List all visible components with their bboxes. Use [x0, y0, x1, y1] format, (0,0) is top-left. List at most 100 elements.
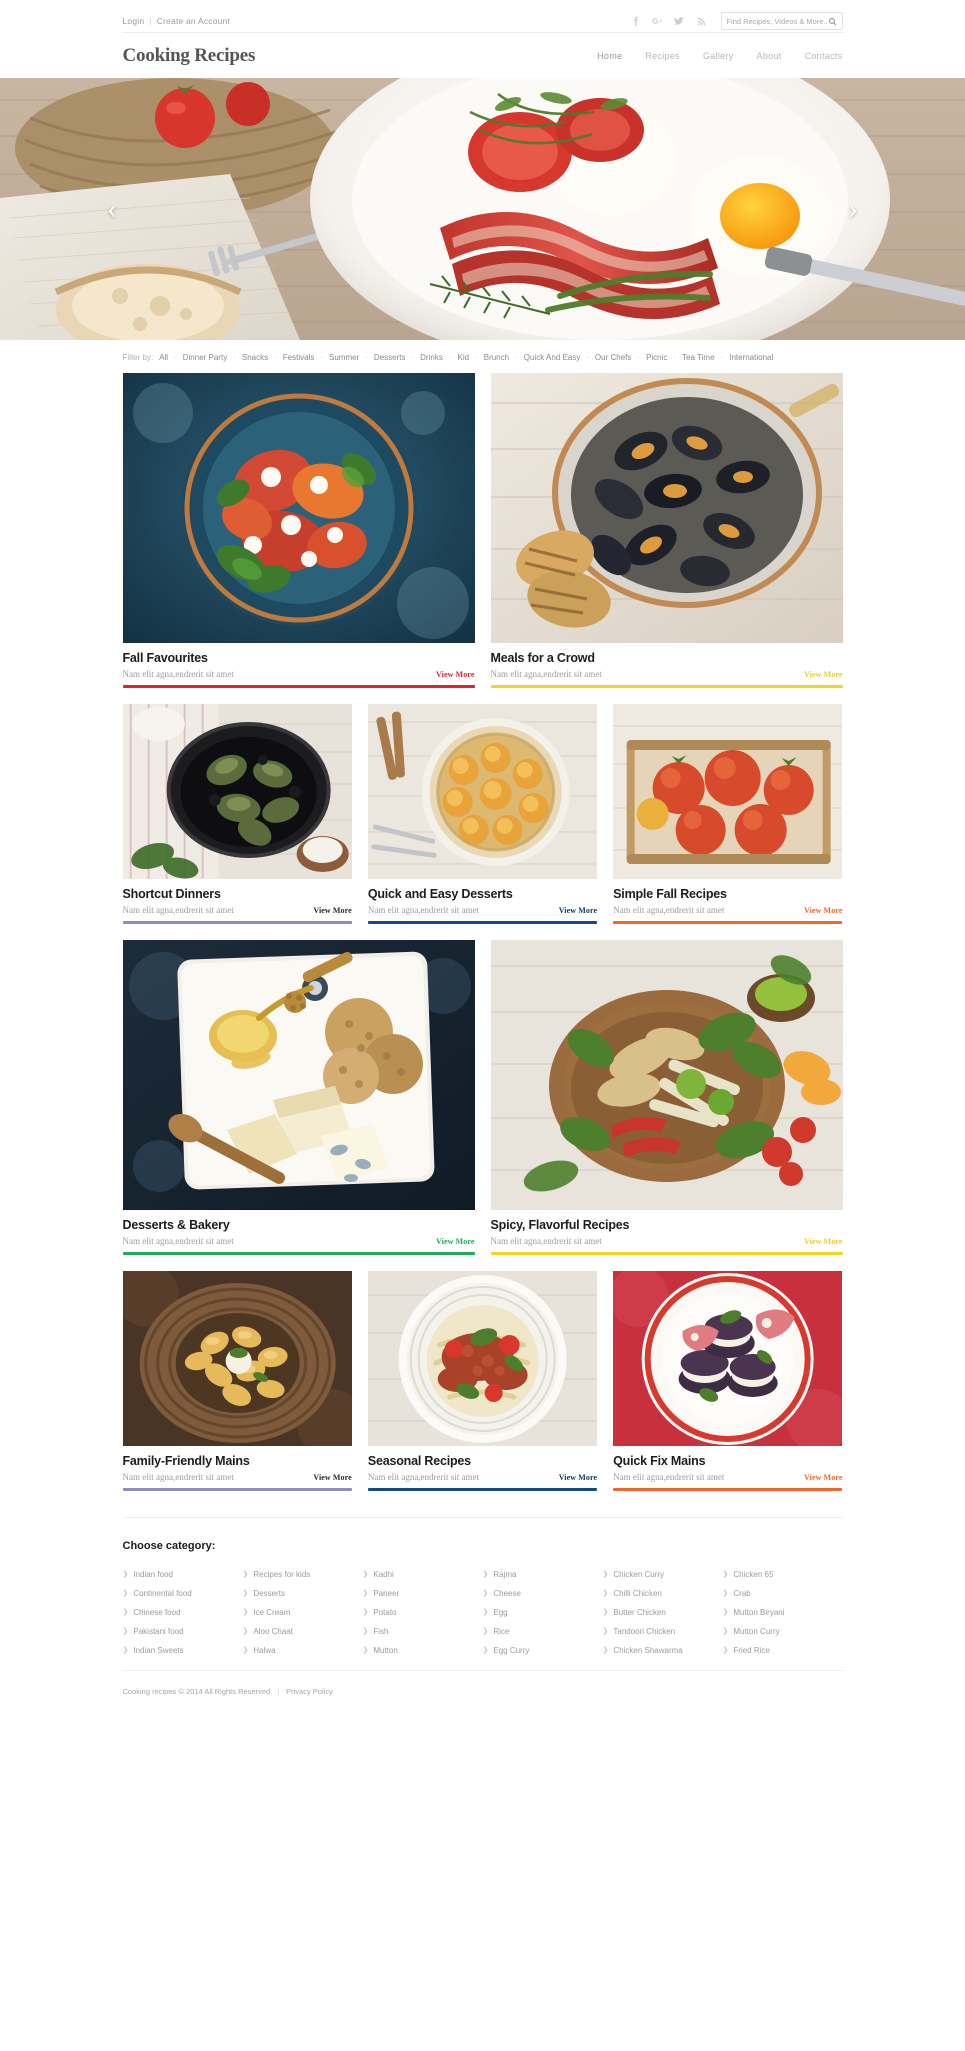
recipe-thumbnail[interactable]	[490, 373, 843, 643]
category-link[interactable]: ❯ Indian Sweets	[123, 1641, 243, 1660]
view-more-link[interactable]: View More	[804, 670, 842, 679]
view-more-link[interactable]: View More	[804, 906, 842, 915]
view-more-link[interactable]: View More	[559, 906, 597, 915]
view-more-link[interactable]: View More	[436, 1237, 474, 1246]
category-link[interactable]: ❯ Indian food	[123, 1565, 243, 1584]
filter-item-drinks[interactable]: Drinks	[420, 353, 443, 362]
filter-item-quick-and-easy[interactable]: Quick And Easy	[524, 353, 580, 362]
twitter-icon[interactable]	[673, 15, 686, 28]
view-more-link[interactable]: View More	[804, 1473, 842, 1482]
category-link[interactable]: ❯ Butter Chicken	[603, 1603, 723, 1622]
recipe-thumbnail[interactable]	[122, 940, 475, 1210]
view-more-link[interactable]: View More	[436, 670, 474, 679]
filter-item-picnic[interactable]: Picnic	[646, 353, 667, 362]
recipe-card[interactable]: Simple Fall Recipes Nam elit agna,endrer…	[613, 704, 843, 924]
category-link[interactable]: ❯ Halwa	[243, 1641, 363, 1660]
category-link[interactable]: ❯ Aloo Chaat	[243, 1622, 363, 1641]
category-link[interactable]: ❯ Desserts	[243, 1584, 363, 1603]
view-more-link[interactable]: View More	[804, 1237, 842, 1246]
category-label: Fried Rice	[733, 1646, 770, 1655]
category-link[interactable]: ❯ Rice	[483, 1622, 603, 1641]
category-link[interactable]: ❯ Chicken Shawarma	[603, 1641, 723, 1660]
category-link[interactable]: ❯ Kadhi	[363, 1565, 483, 1584]
nav-item-recipes[interactable]: Recipes	[645, 51, 680, 61]
category-link[interactable]: ❯ Cheese	[483, 1584, 603, 1603]
category-link[interactable]: ❯ Chilli Chicken	[603, 1584, 723, 1603]
search-input[interactable]	[726, 16, 828, 26]
recipe-card[interactable]: Fall Favourites Nam elit agna,endrerit s…	[122, 373, 475, 688]
recipe-card[interactable]: Family-Friendly Mains Nam elit agna,endr…	[122, 1271, 352, 1491]
login-link[interactable]: Login	[123, 16, 145, 26]
filter-item-our-chefs[interactable]: Our Chefs	[595, 353, 631, 362]
search-box[interactable]	[720, 12, 843, 30]
hero-prev-arrow[interactable]: ‹	[100, 192, 124, 226]
recipe-card[interactable]: Meals for a Crowd Nam elit agna,endrerit…	[490, 373, 843, 688]
nav-item-contacts[interactable]: Contacts	[805, 51, 843, 61]
category-link[interactable]: ❯ Potato	[363, 1603, 483, 1622]
recipe-thumbnail[interactable]	[613, 704, 843, 879]
nav-item-about[interactable]: About	[757, 51, 782, 61]
chevron-right-icon: ❯	[602, 1647, 609, 1654]
google-plus-icon[interactable]	[651, 15, 664, 28]
filter-item-snacks[interactable]: Snacks	[242, 353, 268, 362]
recipe-thumbnail[interactable]	[122, 1271, 352, 1446]
category-link[interactable]: ❯ Crab	[723, 1584, 843, 1603]
category-link[interactable]: ❯ Mutton Curry	[723, 1622, 843, 1641]
recipe-card-body: Spicy, Flavorful Recipes Nam elit agna,e…	[490, 1210, 843, 1255]
recipe-accent-rule	[367, 921, 598, 924]
recipe-thumbnail[interactable]	[122, 373, 475, 643]
filter-item-brunch[interactable]: Brunch	[484, 353, 509, 362]
recipe-thumbnail[interactable]	[613, 1271, 843, 1446]
recipe-card[interactable]: Quick Fix Mains Nam elit agna,endrerit s…	[613, 1271, 843, 1491]
recipe-thumbnail[interactable]	[122, 704, 352, 879]
recipe-thumbnail[interactable]	[367, 704, 598, 879]
filter-item-all[interactable]: All	[159, 353, 168, 362]
view-more-link[interactable]: View More	[559, 1473, 597, 1482]
filter-item-tea-time[interactable]: Tea Time	[682, 353, 714, 362]
recipe-card[interactable]: Spicy, Flavorful Recipes Nam elit agna,e…	[490, 940, 843, 1255]
category-link[interactable]: ❯ Chicken Curry	[603, 1565, 723, 1584]
category-link[interactable]: ❯ Chicken 65	[723, 1565, 843, 1584]
recipe-thumbnail[interactable]	[490, 940, 843, 1210]
category-link[interactable]: ❯ Tandoori Chicken	[603, 1622, 723, 1641]
filter-item-desserts[interactable]: Desserts	[374, 353, 406, 362]
category-link[interactable]: ❯ Mutton Biryani	[723, 1603, 843, 1622]
search-icon[interactable]	[828, 17, 837, 26]
footer-separator: |	[277, 1686, 280, 1696]
chevron-right-icon: ❯	[242, 1571, 249, 1578]
category-link[interactable]: ❯ Recipes for kids	[243, 1565, 363, 1584]
view-more-link[interactable]: View More	[313, 906, 351, 915]
category-link[interactable]: ❯ Ice Cream	[243, 1603, 363, 1622]
category-link[interactable]: ❯ Continental food	[123, 1584, 243, 1603]
chevron-right-icon: ❯	[122, 1609, 129, 1616]
recipe-card[interactable]: Quick and Easy Desserts Nam elit agna,en…	[367, 704, 598, 924]
facebook-icon[interactable]	[629, 15, 642, 28]
filter-item-kid[interactable]: Kid	[458, 353, 470, 362]
site-logo[interactable]: Cooking Recipes	[123, 45, 256, 67]
rss-icon[interactable]	[695, 15, 708, 28]
category-link[interactable]: ❯ Fish	[363, 1622, 483, 1641]
filter-item-festivals[interactable]: Festivals	[283, 353, 315, 362]
nav-item-home[interactable]: Home	[597, 51, 622, 61]
category-link[interactable]: ❯ Paneer	[363, 1584, 483, 1603]
category-link[interactable]: ❯ Mutton	[363, 1641, 483, 1660]
category-link[interactable]: ❯ Fried Rice	[723, 1641, 843, 1660]
hero-next-arrow[interactable]: ›	[841, 192, 865, 226]
filter-item-international[interactable]: International	[729, 353, 773, 362]
category-link[interactable]: ❯ Pakistani food	[123, 1622, 243, 1641]
nav-item-gallery[interactable]: Gallery	[703, 51, 734, 61]
category-link[interactable]: ❯ Rajma	[483, 1565, 603, 1584]
create-account-link[interactable]: Create an Account	[157, 16, 230, 26]
category-link[interactable]: ❯ Egg Curry	[483, 1641, 603, 1660]
filter-item-summer[interactable]: Summer	[329, 353, 359, 362]
category-link[interactable]: ❯ Chinese food	[123, 1603, 243, 1622]
view-more-link[interactable]: View More	[313, 1473, 351, 1482]
filter-item-dinner-party[interactable]: Dinner Party	[183, 353, 227, 362]
recipe-card[interactable]: Shortcut Dinners Nam elit agna,endrerit …	[122, 704, 352, 924]
category-link[interactable]: ❯ Egg	[483, 1603, 603, 1622]
chevron-right-icon: ❯	[362, 1628, 369, 1635]
recipe-card[interactable]: Desserts & Bakery Nam elit agna,endrerit…	[122, 940, 475, 1255]
privacy-policy-link[interactable]: Privacy Policy	[286, 1687, 333, 1696]
recipe-thumbnail[interactable]	[367, 1271, 598, 1446]
recipe-card[interactable]: Seasonal Recipes Nam elit agna,endrerit …	[367, 1271, 598, 1491]
